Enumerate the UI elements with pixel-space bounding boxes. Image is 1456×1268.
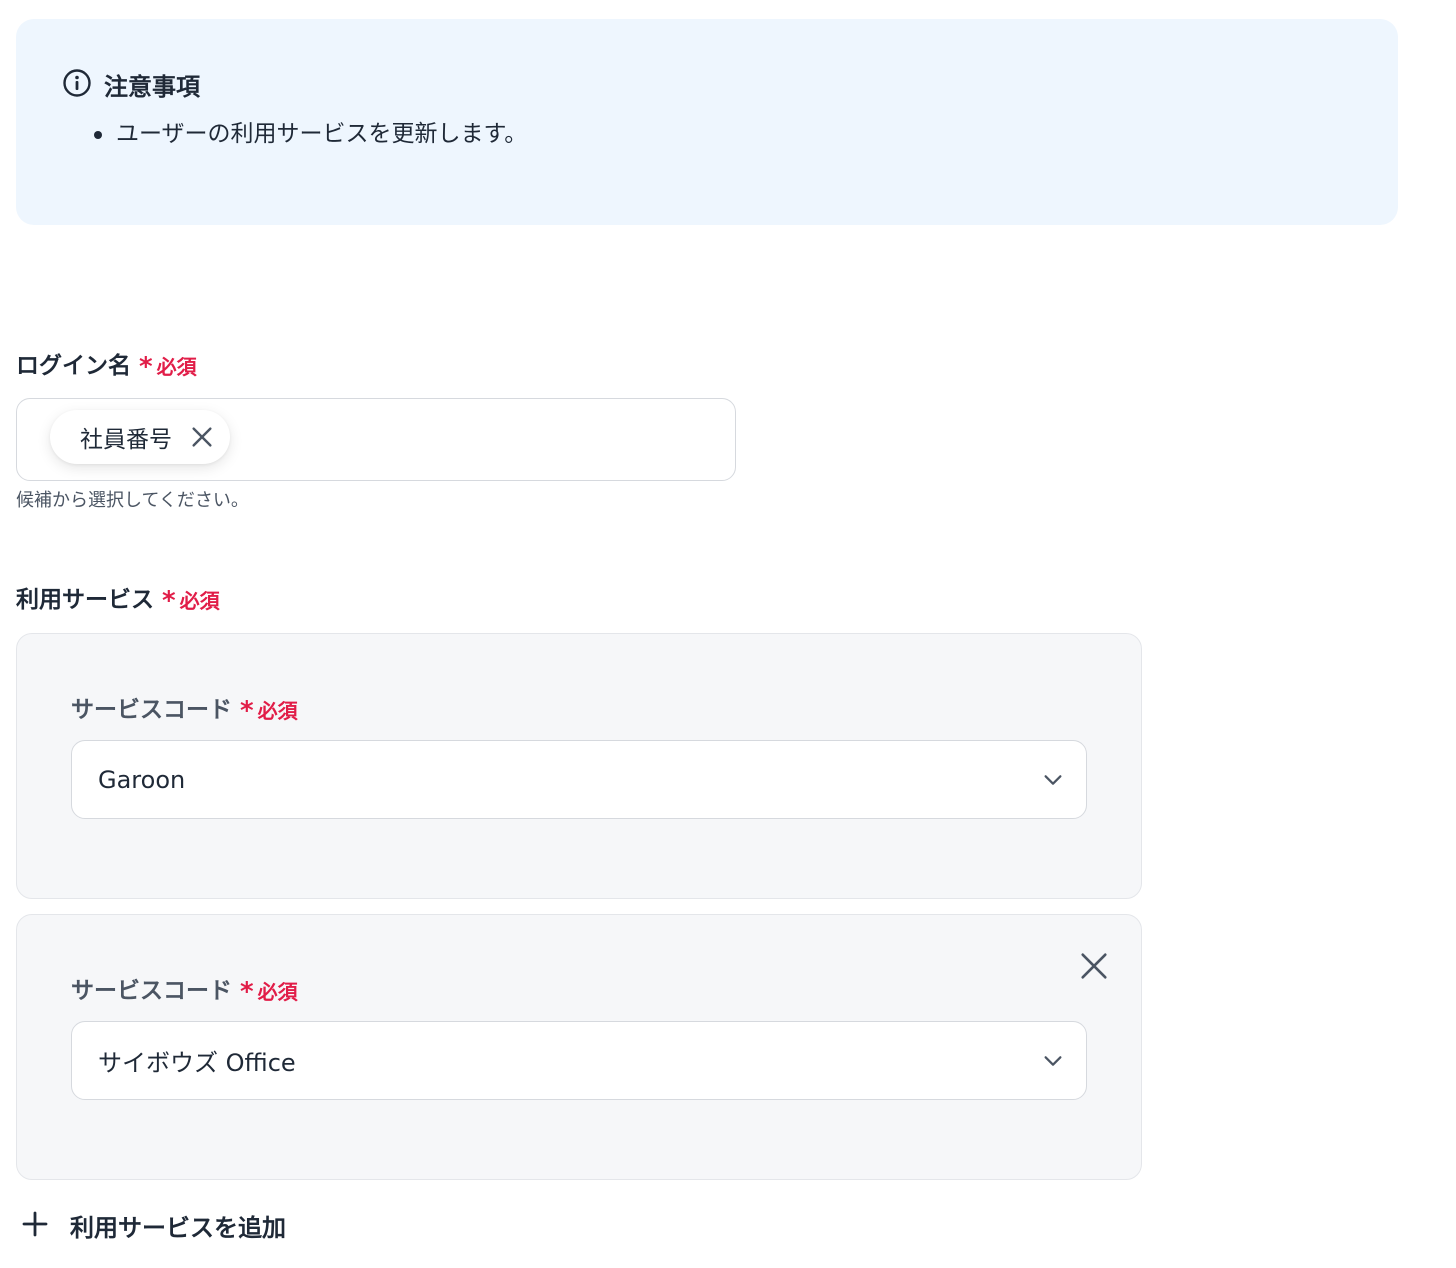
service-card: サービスコード * 必須 サイボウズ Office	[16, 914, 1142, 1180]
notice-header: 注意事項	[62, 67, 200, 102]
service-code-select[interactable]: Garoon	[71, 740, 1087, 819]
services-label: 利用サービス * 必須	[16, 586, 220, 616]
service-code-select[interactable]: サイボウズ Office	[71, 1021, 1087, 1100]
chip-remove-icon[interactable]	[188, 423, 216, 451]
required-star: *	[162, 586, 176, 616]
info-circle-icon	[62, 68, 92, 102]
service-card: サービスコード * 必須 Garoon	[16, 633, 1142, 899]
login-name-input[interactable]: 社員番号	[16, 398, 736, 481]
remove-card-icon[interactable]	[1077, 949, 1111, 983]
required-star: *	[139, 352, 153, 382]
plus-icon	[20, 1209, 50, 1243]
required-badge: 必須	[257, 698, 298, 723]
required-badge: 必須	[257, 979, 298, 1004]
required-badge: 必須	[179, 588, 220, 613]
chevron-down-icon	[1040, 767, 1066, 793]
notice-box: 注意事項 ユーザーの利用サービスを更新します。	[16, 19, 1398, 225]
select-value: サイボウズ Office	[98, 1049, 296, 1077]
add-service-button[interactable]: 利用サービスを追加	[20, 1208, 286, 1243]
required-star: *	[240, 977, 254, 1007]
chip-label: 社員番号	[80, 427, 172, 453]
notice-title: 注意事項	[104, 73, 200, 101]
notice-list: ユーザーの利用サービスを更新します。	[90, 118, 527, 150]
chevron-down-icon	[1040, 1048, 1066, 1074]
add-service-label: 利用サービスを追加	[70, 1214, 286, 1242]
required-star: *	[240, 696, 254, 726]
service-code-label: サービスコード * 必須	[71, 696, 298, 726]
login-name-hint: 候補から選択してください。	[16, 490, 249, 511]
notice-item: ユーザーの利用サービスを更新します。	[90, 118, 527, 150]
selected-chip: 社員番号	[50, 410, 230, 464]
service-code-label: サービスコード * 必須	[71, 977, 298, 1007]
select-value: Garoon	[98, 765, 186, 794]
login-name-label: ログイン名 * 必須	[16, 352, 197, 382]
required-badge: 必須	[156, 354, 197, 379]
